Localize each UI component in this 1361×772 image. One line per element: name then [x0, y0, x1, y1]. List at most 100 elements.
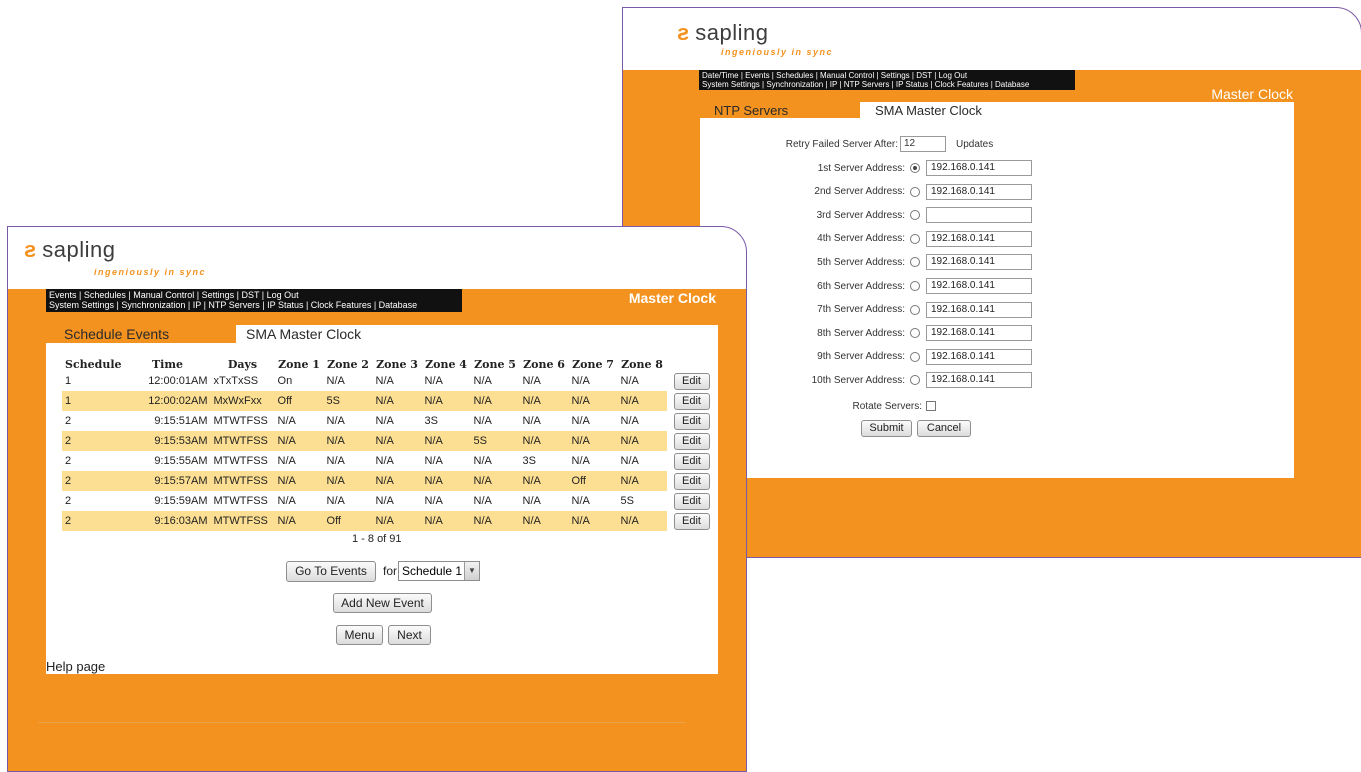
zone-cell: N/A: [519, 391, 569, 411]
server-address-label: 9th Server Address:: [817, 351, 905, 363]
schedule-cell: 2: [62, 411, 125, 431]
server-address-label: 6th Server Address:: [817, 280, 905, 292]
zone-cell: N/A: [421, 471, 471, 491]
edit-cell: Edit: [666, 371, 710, 391]
server-address-input[interactable]: 192.168.0.141: [926, 325, 1032, 342]
retry-label: Retry Failed Server After:: [785, 138, 898, 150]
server-address-row: 4th Server Address: 192.168.0.141: [700, 230, 1294, 247]
schedule-cell: 1: [62, 371, 125, 391]
column-header-edit: [667, 357, 710, 371]
server-address-input[interactable]: 192.168.0.141: [926, 160, 1032, 176]
edit-button[interactable]: Edit: [673, 372, 710, 390]
zone-cell: N/A: [470, 471, 520, 491]
zone-cell: Off: [568, 471, 618, 491]
zone-cell: N/A: [372, 411, 422, 431]
column-header: Zone 4: [425, 357, 467, 371]
edit-button[interactable]: Edit: [673, 392, 710, 410]
header-master-clock: Master Clock: [628, 290, 716, 306]
zone-cell: N/A: [421, 391, 471, 411]
edit-cell: Edit: [666, 511, 710, 531]
edit-cell: Edit: [666, 391, 710, 411]
schedule-select-value: Schedule 1: [402, 564, 463, 578]
zone-cell: N/A: [470, 511, 520, 531]
dropdown-arrow-icon[interactable]: ▼: [464, 562, 479, 580]
nav-menu[interactable]: Events | Schedules | Manual Control | Se…: [46, 289, 462, 312]
zone-cell: N/A: [519, 471, 569, 491]
server-radio[interactable]: [910, 257, 920, 268]
schedule-cell: 2: [62, 491, 125, 511]
zone-cell: N/A: [274, 511, 324, 531]
zone-cell: N/A: [274, 431, 324, 451]
server-radio[interactable]: [910, 375, 920, 386]
nav-menu[interactable]: Date/Time | Events | Schedules | Manual …: [699, 70, 1075, 91]
server-address-row: 10th Server Address: 192.168.0.141: [700, 372, 1294, 389]
sapling-logo-icon: ƨ: [24, 237, 37, 262]
server-address-row: 1st Server Address: 192.168.0.141: [700, 160, 1294, 176]
rotate-servers-checkbox[interactable]: [926, 401, 936, 411]
server-radio[interactable]: [910, 304, 920, 315]
sapling-wordmark: sapling: [695, 20, 769, 45]
next-button[interactable]: Next: [388, 625, 431, 645]
server-radio[interactable]: [910, 210, 920, 221]
server-address-input[interactable]: 192.168.0.141: [926, 278, 1032, 294]
time-cell: 9:15:55AM: [124, 451, 211, 471]
go-to-events-button[interactable]: Go To Events: [286, 561, 376, 582]
zone-cell: N/A: [519, 411, 569, 431]
retry-input[interactable]: 12: [900, 136, 946, 152]
column-header: Zone 7: [572, 357, 614, 371]
zone-cell: N/A: [372, 471, 422, 491]
server-address-input[interactable]: 192.168.0.141: [926, 372, 1032, 389]
nav-menu-line-2[interactable]: System Settings | Synchronization | IP |…: [702, 80, 1072, 89]
server-radio[interactable]: [910, 163, 920, 173]
zone-cell: N/A: [568, 451, 618, 471]
column-header: Zone 5: [474, 357, 516, 371]
zone-cell: N/A: [372, 451, 422, 471]
cancel-button[interactable]: Cancel: [917, 420, 971, 437]
tab-sma-master-clock: SMA Master Clock: [246, 326, 362, 342]
zone-cell: N/A: [519, 511, 569, 531]
pagination-count: 1 - 8 of 91: [352, 533, 402, 545]
server-address-input[interactable]: 192.168.0.141: [926, 254, 1032, 271]
nav-menu-line-1[interactable]: Events | Schedules | Manual Control | Se…: [49, 290, 459, 300]
server-radio[interactable]: [910, 281, 920, 291]
zone-cell: Off: [274, 391, 324, 411]
table-row: 2 9:16:03AM MTWTFSS N/A Off N/A N/A N/A N/A N/A N/…: [62, 511, 710, 531]
edit-button[interactable]: Edit: [673, 492, 710, 510]
edit-button[interactable]: Edit: [673, 512, 710, 530]
help-link[interactable]: Help page: [46, 659, 105, 674]
zone-cell: 5S: [470, 431, 520, 451]
zone-cell: N/A: [470, 451, 520, 471]
edit-button[interactable]: Edit: [673, 452, 710, 470]
edit-button[interactable]: Edit: [673, 472, 710, 490]
server-address-input[interactable]: 192.168.0.141: [926, 230, 1032, 247]
nav-menu-line-2[interactable]: System Settings | Synchronization | IP |…: [49, 300, 459, 310]
zone-cell: N/A: [617, 471, 667, 491]
server-address-input[interactable]: [926, 207, 1032, 224]
time-cell: 12:00:01AM: [124, 371, 211, 391]
menu-button[interactable]: Menu: [336, 625, 383, 645]
server-radio[interactable]: [910, 186, 920, 197]
zone-cell: N/A: [323, 431, 373, 451]
tagline: ingeniously in sync: [721, 47, 834, 57]
schedule-select[interactable]: Schedule 1 ▼: [398, 561, 480, 581]
server-address-input[interactable]: 192.168.0.141: [926, 183, 1032, 200]
edit-button[interactable]: Edit: [673, 412, 710, 430]
server-radio[interactable]: [910, 233, 920, 244]
add-new-event-button[interactable]: Add New Event: [333, 593, 432, 613]
server-address-row: 5th Server Address: 192.168.0.141: [700, 254, 1294, 271]
zone-cell: N/A: [470, 491, 520, 511]
zone-cell: N/A: [372, 431, 422, 451]
nav-menu-line-1[interactable]: Date/Time | Events | Schedules | Manual …: [702, 71, 1072, 80]
server-address-input[interactable]: 192.168.0.141: [926, 348, 1032, 365]
zone-cell: N/A: [323, 471, 373, 491]
tab-ntp-servers: NTP Servers: [714, 103, 789, 118]
server-address-input[interactable]: 192.168.0.141: [926, 301, 1032, 318]
for-label: for: [383, 564, 398, 578]
server-radio[interactable]: [910, 351, 920, 362]
submit-button[interactable]: Submit: [861, 420, 912, 437]
edit-cell: Edit: [666, 491, 710, 511]
edit-button[interactable]: Edit: [673, 432, 710, 450]
server-address-label: 5th Server Address:: [817, 256, 905, 268]
server-radio[interactable]: [910, 328, 920, 339]
header-master-clock: Master Clock: [1211, 86, 1293, 102]
